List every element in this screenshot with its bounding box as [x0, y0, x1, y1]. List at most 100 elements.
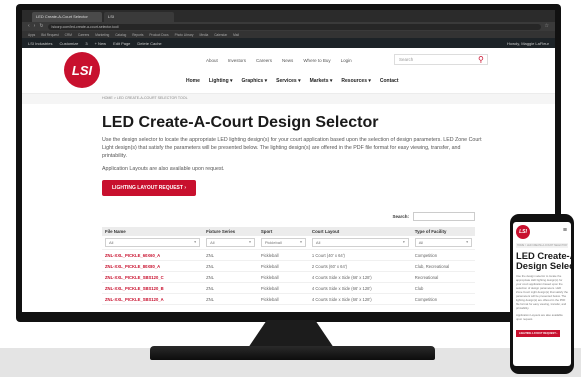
filter-select[interactable]: All ▾ [414, 238, 472, 247]
lsi-logo[interactable]: LSI [64, 52, 100, 88]
site-search-input[interactable]: Search [394, 54, 488, 65]
column-header[interactable]: Fixture Series [203, 227, 258, 236]
table-cell: Recreational [411, 271, 475, 283]
table-row: ZNL-XXL_PICKLE_SBS120_B ZNL Pickleball 4… [102, 282, 475, 294]
table-cell: ZNL [203, 271, 258, 283]
bookmark-item[interactable]: Product Docs [149, 33, 168, 37]
filter-value: All [315, 240, 321, 245]
table-search: Search: [102, 212, 475, 221]
reload-icon[interactable]: ↻ [39, 24, 43, 29]
browser-tab[interactable]: LSI [104, 12, 174, 22]
url-input[interactable]: lsicorp.com/led-create-a-court-selector-… [47, 23, 541, 30]
utility-link-news[interactable]: News [282, 58, 293, 63]
utility-link-where-to-buy[interactable]: Where to Buy [303, 58, 330, 63]
wp-comments-count[interactable]: 3 [85, 41, 87, 46]
page-title: LED Create-A-Court Design Selector [102, 114, 379, 131]
column-header[interactable]: File Name [102, 227, 204, 236]
browser-tab[interactable]: LED Create-A-Court Selector [32, 12, 102, 22]
table-cell: Competition [411, 293, 475, 305]
bookmark-item[interactable]: Photo Library [175, 33, 194, 37]
utility-link-investors[interactable]: Investors [228, 58, 246, 63]
bookmark-item[interactable]: Careers [78, 33, 89, 37]
intro-paragraph: Use the design selector to locate the ap… [102, 137, 482, 159]
filter-value: All [418, 240, 424, 245]
intro-paragraph: Use the design selector to locate the ap… [516, 274, 568, 310]
filter-select[interactable]: Pickleball ▾ [260, 238, 306, 247]
bookmark-item[interactable]: Calendar [214, 33, 227, 37]
wp-delete-cache-link[interactable]: Delete Cache [137, 41, 161, 46]
monitor-stand-neck [248, 320, 334, 348]
nav-services[interactable]: Services ▾ [276, 78, 300, 84]
column-header[interactable]: Type of Facility [411, 227, 475, 236]
table-cell: Pickleball [257, 293, 309, 305]
lighting-layout-request-button[interactable]: LIGHTING LAYOUT REQUEST › [516, 330, 561, 337]
bookmark-item[interactable]: Reports [132, 33, 143, 37]
monitor-screen: LED Create-A-Court Selector LSI ‹ › ↻ ls… [22, 10, 555, 312]
wp-customize-link[interactable]: Customize [59, 41, 78, 46]
site-header: LSI About Investors Careers News Where t… [22, 48, 555, 94]
filter-value: All [109, 240, 114, 245]
forward-icon[interactable]: › [34, 24, 36, 29]
wp-howdy-user[interactable]: Howdy, Maggie LaFleur [507, 41, 549, 46]
breadcrumb[interactable]: HOME > LED CREATE-A-COURT SELECTOR TOOL [22, 94, 555, 104]
lsi-logo[interactable]: LSI [516, 225, 530, 239]
table-search-label: Search: [392, 214, 409, 219]
bookmark-item[interactable]: Marketing [95, 33, 109, 37]
phone-screen: LSI ≡ HOME > LED CREATE-A-COURT SELECTOR… [513, 222, 571, 366]
file-link[interactable]: ZNL-XXL_PICKLE_60X60_A [102, 249, 204, 261]
wp-site-link[interactable]: LSI Industries [28, 41, 52, 46]
chevron-down-icon: ▾ [194, 240, 197, 244]
wp-admin-bar: LSI Industries Customize 3 + New Edit Pa… [22, 38, 555, 48]
column-header[interactable]: Court Layout [308, 227, 412, 236]
nav-resources[interactable]: Resources ▾ [341, 78, 370, 84]
nav-graphics[interactable]: Graphics ▾ [242, 78, 268, 84]
table-cell: Club [411, 282, 475, 294]
table-cell: Pickleball [257, 271, 309, 283]
utility-link-careers[interactable]: Careers [256, 58, 272, 63]
file-link[interactable]: ZNL-XXL_PICKLE_SBS120_A [102, 293, 204, 305]
table-cell: Club, Recreational [411, 260, 475, 272]
nav-home[interactable]: Home [186, 78, 200, 84]
filter-select[interactable]: All ▾ [206, 238, 255, 247]
wp-edit-page-link[interactable]: Edit Page [113, 41, 130, 46]
table-cell: Pickleball [257, 249, 309, 261]
filter-select[interactable]: All ▾ [105, 238, 201, 247]
table-cell: 2 Courts (60' x 64') [308, 260, 412, 272]
table-cell: ZNL [203, 249, 258, 261]
table-search-input[interactable] [413, 212, 475, 221]
table-cell: 4 Courts Side x Side (66' x 128') [308, 282, 412, 294]
bookmark-item[interactable]: Mail [233, 33, 239, 37]
nav-contact[interactable]: Contact [380, 78, 399, 84]
nav-markets[interactable]: Markets ▾ [310, 78, 333, 84]
filter-select[interactable]: All ▾ [311, 238, 409, 247]
file-link[interactable]: ZNL-XXL_PICKLE_SBS120_C [102, 271, 204, 283]
bookmark-item[interactable]: Apps [28, 33, 35, 37]
bookmark-item[interactable]: Bid Request [41, 33, 58, 37]
lighting-layout-request-button[interactable]: LIGHTING LAYOUT REQUEST › [102, 180, 196, 196]
table-header-row: File Name Fixture Series Sport Court Lay… [102, 227, 475, 236]
back-icon[interactable]: ‹ [28, 24, 30, 29]
file-link[interactable]: ZNL-XXL_PICKLE_80X80_A [102, 260, 204, 272]
file-link[interactable]: ZNL-XXL_PICKLE_SBS120_B [102, 282, 204, 294]
page-content: LED Create-A-Court Design Selector Use t… [22, 104, 555, 305]
bookmark-item[interactable]: CRM [65, 33, 72, 37]
nav-lighting[interactable]: Lighting ▾ [209, 78, 233, 84]
column-header[interactable]: Sport [257, 227, 309, 236]
main-nav: Home Lighting ▾ Graphics ▾ Services ▾ Ma… [186, 78, 399, 84]
wp-new-link[interactable]: + New [95, 41, 106, 46]
chevron-down-icon: ▾ [249, 240, 251, 244]
browser-address-bar: ‹ › ↻ lsicorp.com/led-create-a-court-sel… [22, 22, 555, 31]
chevron-down-icon: ▾ [300, 240, 302, 244]
bookmark-item[interactable]: Media [200, 33, 209, 37]
filter-value: All [210, 240, 215, 245]
utility-link-login[interactable]: Login [341, 58, 352, 63]
table-cell: Pickleball [257, 282, 309, 294]
bookmark-item[interactable]: Catalog [115, 33, 126, 37]
star-icon[interactable]: ☆ [545, 24, 549, 29]
hamburger-menu-icon[interactable]: ≡ [563, 227, 567, 234]
utility-link-about[interactable]: About [206, 58, 218, 63]
utility-nav: About Investors Careers News Where to Bu… [206, 58, 352, 63]
search-icon[interactable]: ⚲ [478, 54, 484, 65]
table-cell: Pickleball [257, 260, 309, 272]
breadcrumb[interactable]: HOME > LED CREATE-A-COURT SELECTOR TOOL [516, 243, 568, 248]
